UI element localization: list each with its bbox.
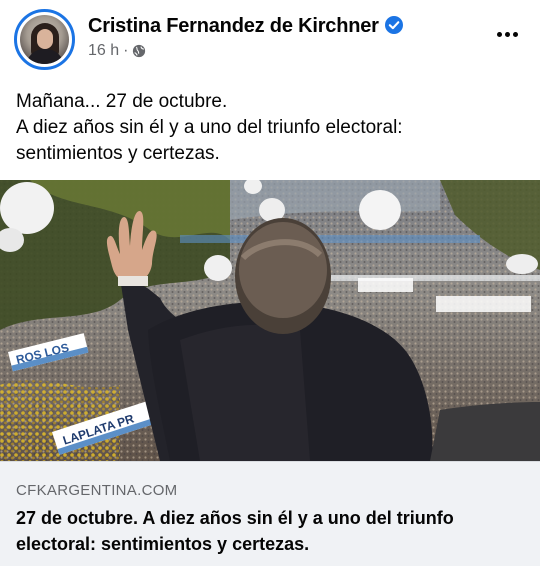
meta-separator: · (123, 42, 129, 59)
author-avatar[interactable] (14, 9, 75, 70)
verified-badge-icon (384, 16, 403, 34)
more-options-icon (496, 31, 502, 37)
avatar-photo (20, 15, 69, 64)
post-text-line: Mañana... 27 de octubre. (16, 91, 228, 112)
link-preview-footer[interactable]: CFKARGENTINA.COM 27 de octubre. A diez a… (0, 461, 540, 566)
link-preview-image[interactable]: ROS LOS LAPLATA PR (0, 180, 540, 461)
globe-icon[interactable] (132, 44, 146, 58)
rally-photo: ROS LOS LAPLATA PR (0, 180, 540, 461)
post-text: Mañana... 27 de octubre. A diez años sin… (16, 89, 526, 167)
post-header: Cristina Fernandez de Kirchner 16 h · (0, 0, 540, 80)
post-text-line: A diez años sin él y a uno del triunfo e… (16, 117, 403, 138)
link-domain: CFKARGENTINA.COM (16, 482, 178, 499)
post-timestamp[interactable]: 16 h (88, 42, 119, 60)
post-meta: 16 h · (88, 42, 146, 60)
author-name[interactable]: Cristina Fernandez de Kirchner (88, 15, 379, 37)
author-name-link[interactable]: Cristina Fernandez de Kirchner (88, 15, 403, 38)
more-options-button[interactable] (490, 20, 524, 48)
post-text-line: sentimientos y certezas. (16, 143, 220, 164)
link-title[interactable]: 27 de octubre. A diez años sin él y a un… (16, 505, 521, 557)
